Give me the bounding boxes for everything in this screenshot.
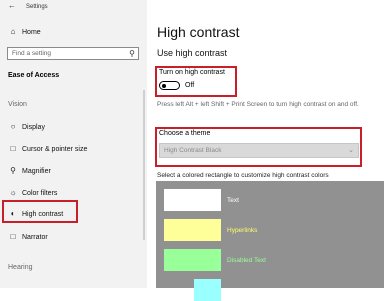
text-color-swatch[interactable] (164, 189, 221, 211)
shortcut-hint: Press left Alt + left Shift + Print Scre… (157, 101, 359, 108)
sidebar-item-label: Cursor & pointer size (22, 145, 88, 153)
vision-group-label: Vision (8, 101, 27, 108)
page-title: High contrast (157, 24, 240, 40)
hearing-group-label: Hearing (8, 264, 33, 271)
sidebar-item-label: Narrator (22, 233, 48, 241)
sidebar: ← Settings ⌂ Home Find a setting ⚲ Ease … (0, 0, 147, 288)
swatch-label-text: Text (227, 197, 239, 204)
toggle-knob (162, 83, 166, 88)
main-content: High contrast Use high contrast Turn on … (147, 0, 384, 301)
toggle-state-text: Off (185, 82, 195, 89)
colors-instruction: Select a colored rectangle to customize … (157, 172, 329, 179)
sidebar-item-label: Display (22, 123, 45, 131)
sidebar-scrollbar[interactable] (143, 90, 145, 240)
back-arrow-icon[interactable]: ← (8, 2, 16, 10)
hyperlinks-color-swatch[interactable] (164, 219, 221, 241)
search-input[interactable]: Find a setting ⚲ (7, 47, 139, 60)
home-label: Home (22, 28, 41, 36)
sidebar-item-label: Magnifier (22, 167, 51, 175)
sidebar-item-display[interactable]: ○ Display (0, 120, 147, 134)
window-title: Settings (26, 4, 48, 10)
search-placeholder: Find a setting (12, 50, 52, 57)
magnifier-icon: ⚲ (10, 166, 16, 175)
display-icon: ○ (10, 122, 16, 131)
title-bar: ← Settings (0, 0, 147, 14)
chevron-down-icon: ⌄ (348, 147, 354, 154)
selected-text-color-swatch[interactable] (194, 279, 221, 301)
sidebar-item-magnifier[interactable]: ⚲ Magnifier (0, 164, 147, 178)
theme-dropdown[interactable]: High Contrast Black ⌄ (159, 143, 359, 158)
toggle-label: Turn on high contrast (159, 69, 225, 76)
theme-label: Choose a theme (159, 130, 211, 137)
color-preview-panel: Text Hyperlinks Disabled Text (156, 181, 384, 301)
narrator-icon: □ (10, 232, 16, 241)
swatch-label-disabled-text: Disabled Text (227, 257, 266, 264)
high-contrast-toggle[interactable] (159, 81, 180, 90)
home-icon: ⌂ (10, 27, 16, 36)
search-icon[interactable]: ⚲ (129, 49, 135, 58)
sidebar-item-home[interactable]: ⌂ Home (0, 25, 147, 39)
theme-dropdown-value: High Contrast Black (164, 147, 222, 154)
cursor-icon: □ (10, 144, 16, 153)
sidebar-item-label: Color filters (22, 189, 58, 197)
swatch-label-hyperlinks: Hyperlinks (227, 227, 258, 234)
section-heading: Ease of Access (8, 72, 60, 79)
sidebar-item-color-filters[interactable]: ☼ Color filters (0, 186, 147, 200)
sidebar-item-narrator[interactable]: □ Narrator (0, 230, 147, 244)
disabled-text-color-swatch[interactable] (164, 249, 221, 271)
section-subtitle: Use high contrast (157, 48, 228, 58)
sidebar-item-cursor-pointer-size[interactable]: □ Cursor & pointer size (0, 142, 147, 156)
selection-highlight-box (2, 200, 78, 223)
color-filters-icon: ☼ (9, 188, 17, 197)
